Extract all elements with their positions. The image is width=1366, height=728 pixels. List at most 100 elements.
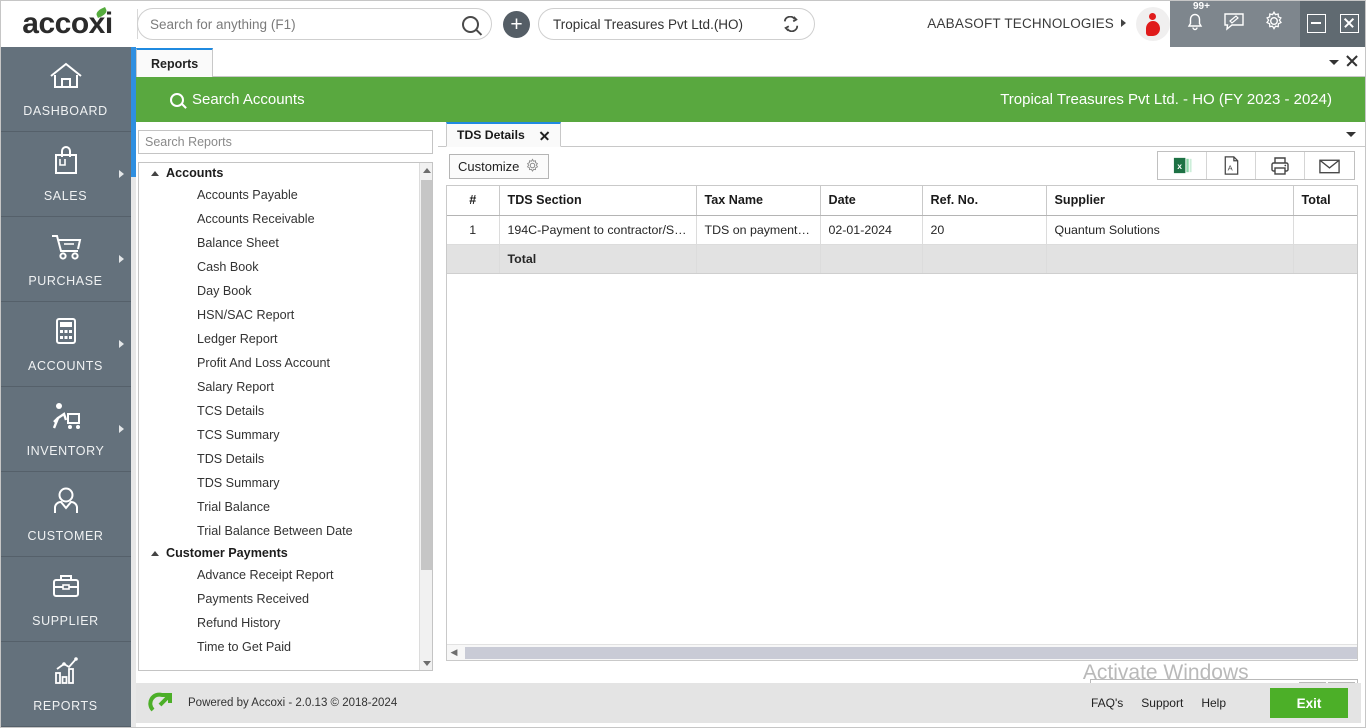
- pdf-export-icon[interactable]: A: [1207, 152, 1256, 179]
- search-accounts-label: Search Accounts: [192, 91, 305, 108]
- sidebar-item-reports[interactable]: REPORTS: [0, 642, 131, 727]
- close-tab-icon[interactable]: [539, 130, 550, 141]
- close-tab-icon[interactable]: [1345, 54, 1359, 68]
- main-tabstrip: Reports: [136, 47, 1366, 77]
- tab-reports[interactable]: Reports: [136, 48, 214, 77]
- col-tds-section[interactable]: TDS Section: [499, 186, 697, 216]
- cell-index: 1: [447, 215, 500, 245]
- tree-item[interactable]: TCS Details: [139, 399, 419, 423]
- scroll-down-button[interactable]: [420, 656, 432, 670]
- col-index[interactable]: #: [447, 186, 500, 216]
- table-row[interactable]: 1 194C-Payment to contractor/Su... TDS o…: [447, 215, 1357, 245]
- chevron-up-icon: [151, 550, 159, 556]
- tree-item[interactable]: HSN/SAC Report: [139, 303, 419, 327]
- sidebar-item-sales[interactable]: SALES: [0, 132, 131, 217]
- sidebar-item-purchase[interactable]: PURCHASE: [0, 217, 131, 302]
- tree-item[interactable]: Trial Balance Between Date: [139, 519, 419, 543]
- tree-item[interactable]: Trial Balance: [139, 495, 419, 519]
- col-supplier[interactable]: Supplier: [1046, 186, 1294, 216]
- sidebar-item-accounts[interactable]: ACCOUNTS: [0, 302, 131, 387]
- tree-item[interactable]: TCS Summary: [139, 423, 419, 447]
- cell-ref-no: 20: [922, 215, 1047, 245]
- search-input[interactable]: [150, 16, 462, 32]
- reports-panel: Accounts Accounts Payable Accounts Recei…: [136, 122, 438, 728]
- faq-link[interactable]: FAQ's: [1091, 696, 1123, 710]
- scroll-left-button[interactable]: ◀: [447, 647, 461, 658]
- sidebar-item-dashboard[interactable]: DASHBOARD: [0, 47, 131, 132]
- tree-scrollbar[interactable]: [419, 163, 432, 670]
- chevron-right-icon: [119, 170, 124, 178]
- chevron-down-icon[interactable]: [1329, 60, 1339, 65]
- col-total[interactable]: Total: [1293, 186, 1357, 216]
- close-icon[interactable]: [1340, 14, 1359, 33]
- scroll-up-button[interactable]: [420, 163, 432, 177]
- avatar-shape: [1146, 21, 1160, 36]
- grid-horizontal-scrollbar[interactable]: ◀ ▶: [447, 644, 1357, 660]
- scroll-thumb[interactable]: [465, 646, 1357, 659]
- avatar-dot: [1149, 13, 1156, 20]
- print-icon[interactable]: [1256, 152, 1305, 179]
- sidebar-item-customer[interactable]: CUSTOMER: [0, 472, 131, 557]
- global-search[interactable]: [137, 8, 492, 40]
- tree-item[interactable]: Advance Receipt Report: [139, 563, 419, 587]
- tree-item[interactable]: Day Book: [139, 279, 419, 303]
- sidebar: DASHBOARD SALES PURCHASE ACCOUNTS INVENT…: [0, 47, 131, 728]
- tree-item[interactable]: Accounts Receivable: [139, 207, 419, 231]
- tree-group-accounts[interactable]: Accounts: [139, 163, 419, 183]
- tree-item[interactable]: Payments Received: [139, 587, 419, 611]
- footer-links: FAQ's Support Help: [1091, 696, 1226, 710]
- home-icon: [46, 60, 86, 97]
- powered-by-label: Powered by Accoxi - 2.0.13 © 2018-2024: [188, 697, 398, 709]
- table-total-row: Total: [447, 244, 1357, 274]
- tab-tds-details[interactable]: TDS Details: [446, 122, 561, 147]
- tree-item[interactable]: Refund History: [139, 611, 419, 635]
- exit-button[interactable]: Exit: [1270, 688, 1348, 718]
- briefcase-icon: [48, 570, 84, 607]
- total-spacer: [447, 244, 500, 274]
- minimize-icon[interactable]: [1307, 14, 1326, 33]
- shopping-bag-icon: [48, 145, 84, 182]
- gear-icon[interactable]: [1263, 10, 1285, 37]
- sidebar-label: PURCHASE: [28, 274, 103, 288]
- cart-icon: [46, 230, 86, 267]
- tree-item-tds-details[interactable]: TDS Details: [139, 447, 419, 471]
- email-icon[interactable]: [1305, 152, 1354, 179]
- company-caret-icon[interactable]: [1121, 19, 1126, 27]
- tree-item[interactable]: Balance Sheet: [139, 231, 419, 255]
- branch-selector[interactable]: Tropical Treasures Pvt Ltd.(HO): [538, 8, 815, 40]
- scroll-track[interactable]: [461, 646, 1357, 659]
- bell-icon[interactable]: 99+: [1185, 1, 1210, 37]
- sidebar-item-inventory[interactable]: INVENTORY: [0, 387, 131, 472]
- reports-tree: Accounts Accounts Payable Accounts Recei…: [138, 162, 433, 671]
- chevron-right-icon: [119, 340, 124, 348]
- add-new-button[interactable]: +: [503, 11, 530, 38]
- col-ref-no[interactable]: Ref. No.: [922, 186, 1047, 216]
- gear-icon: [525, 157, 540, 176]
- support-link[interactable]: Support: [1141, 696, 1183, 710]
- chevron-down-icon[interactable]: [1346, 132, 1356, 137]
- tree-item[interactable]: Accounts Payable: [139, 183, 419, 207]
- message-icon[interactable]: [1223, 11, 1245, 36]
- customize-button[interactable]: Customize: [449, 154, 550, 179]
- tree-scrollbar-thumb[interactable]: [421, 180, 432, 570]
- excel-export-icon[interactable]: x: [1158, 152, 1207, 179]
- avatar[interactable]: [1136, 7, 1170, 41]
- col-date[interactable]: Date: [820, 186, 923, 216]
- tree-item[interactable]: TDS Summary: [139, 471, 419, 495]
- search-accounts-button[interactable]: Search Accounts: [170, 91, 305, 108]
- tree-item[interactable]: Time to Get Paid: [139, 635, 419, 659]
- tree-item[interactable]: Ledger Report: [139, 327, 419, 351]
- company-name[interactable]: AABASOFT TECHNOLOGIES: [927, 16, 1114, 31]
- content-tab-label: TDS Details: [457, 128, 525, 142]
- tds-details-table: # TDS Section Tax Name Date Ref. No. Sup…: [447, 186, 1357, 274]
- col-tax-name[interactable]: Tax Name: [696, 186, 821, 216]
- tree-item[interactable]: Profit And Loss Account: [139, 351, 419, 375]
- tree-item[interactable]: Cash Book: [139, 255, 419, 279]
- tree-group-customer-payments[interactable]: Customer Payments: [139, 543, 419, 563]
- search-reports-input[interactable]: [138, 130, 433, 154]
- help-link[interactable]: Help: [1201, 696, 1226, 710]
- tree-item[interactable]: Salary Report: [139, 375, 419, 399]
- sidebar-item-supplier[interactable]: SUPPLIER: [0, 557, 131, 642]
- sidebar-label: CUSTOMER: [27, 529, 104, 543]
- switch-branch-icon[interactable]: [782, 15, 800, 33]
